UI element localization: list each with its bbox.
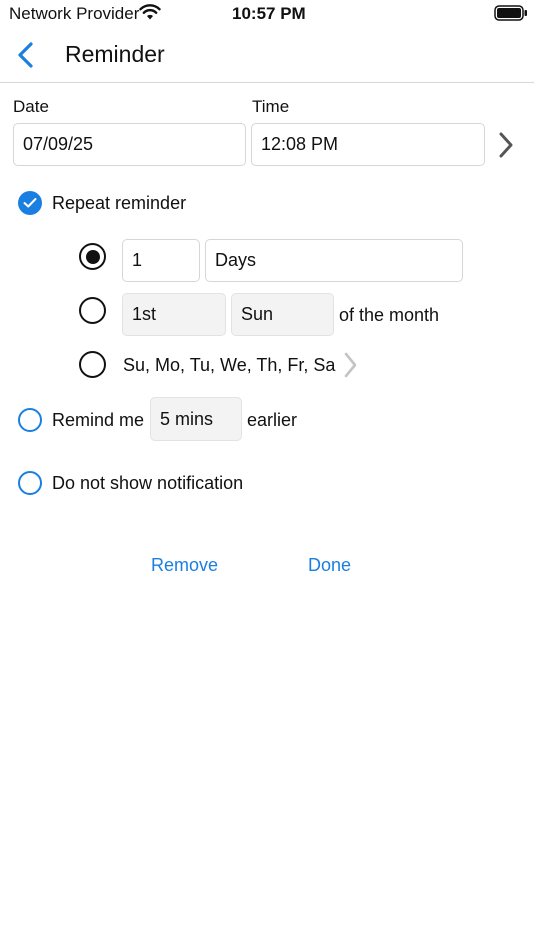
date-label: Date <box>13 97 49 116</box>
remove-button[interactable]: Remove <box>151 555 218 576</box>
monthly-weekday-field[interactable]: Sun <box>231 293 334 336</box>
date-value: 07/09/25 <box>23 134 94 154</box>
back-chevron-icon[interactable] <box>14 41 38 69</box>
monthly-ordinal-field[interactable]: 1st <box>122 293 226 336</box>
monthly-ordinal-value: 1st <box>132 304 157 324</box>
date-field[interactable]: 07/09/25 <box>13 123 246 166</box>
repeat-reminder-label: Repeat reminder <box>52 193 187 213</box>
remind-earlier-field[interactable]: 5 mins <box>150 397 242 441</box>
no-notification-radio[interactable] <box>18 471 42 495</box>
repeat-monthly-radio[interactable] <box>79 297 106 324</box>
monthly-suffix-label: of the month <box>339 305 440 325</box>
repeat-interval-radio[interactable] <box>79 243 106 270</box>
nav-bar: Reminder <box>0 30 534 83</box>
remind-earlier-value: 5 mins <box>160 408 214 429</box>
status-time: 10:57 PM <box>232 4 306 23</box>
carrier-name: Network Provider <box>9 4 140 23</box>
status-bar: Network Provider 10:57 PM <box>0 0 534 30</box>
page-title: Reminder <box>65 41 165 67</box>
interval-unit-value: Days <box>215 250 257 270</box>
battery-icon <box>494 5 527 21</box>
interval-count-value: 1 <box>132 250 143 270</box>
chevron-right-icon[interactable] <box>496 130 516 160</box>
done-button[interactable]: Done <box>308 555 351 576</box>
weekdays-value[interactable]: Su, Mo, Tu, We, Th, Fr, Sa <box>123 355 336 376</box>
interval-unit-field[interactable]: Days <box>205 239 463 282</box>
no-notification-label: Do not show notification <box>52 473 244 493</box>
repeat-weekdays-radio[interactable] <box>79 351 106 378</box>
time-field[interactable]: 12:08 PM <box>251 123 485 166</box>
interval-count-field[interactable]: 1 <box>122 239 200 282</box>
time-value: 12:08 PM <box>261 134 339 154</box>
weekdays-chevron-right-icon[interactable] <box>342 351 360 379</box>
repeat-reminder-checkbox[interactable] <box>18 191 42 215</box>
remind-me-label: Remind me <box>52 410 145 430</box>
monthly-weekday-value: Sun <box>241 304 274 324</box>
wifi-icon <box>139 4 161 20</box>
time-label: Time <box>252 97 290 116</box>
checkmark-icon <box>23 198 37 208</box>
earlier-label: earlier <box>247 410 298 430</box>
remind-earlier-radio[interactable] <box>18 408 42 432</box>
